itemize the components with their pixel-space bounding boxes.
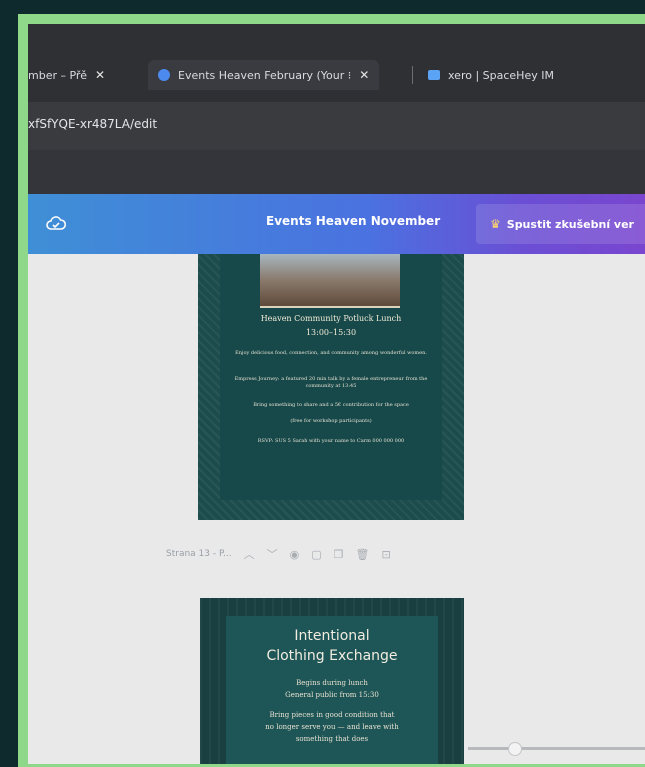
exchange-instructions-1[interactable]: Bring pieces in good condition that: [226, 710, 438, 720]
event-description[interactable]: Enjoy delicious food, connection, and co…: [228, 350, 434, 357]
eye-icon[interactable]: ◉: [290, 548, 300, 561]
start-trial-button[interactable]: ♛ Spustit zkušební ver: [476, 204, 645, 244]
event-title[interactable]: Heaven Community Potluck Lunch: [220, 314, 442, 323]
exchange-title-line2: Clothing Exchange: [266, 648, 398, 664]
poster-page-potluck[interactable]: Heaven Community Potluck Lunch 13:00–15:…: [198, 254, 464, 520]
tab-spacehey[interactable]: xero | SpaceHey IM: [428, 62, 554, 88]
crown-icon: ♛: [490, 217, 501, 231]
event-contribution[interactable]: Bring something to share and a 5€ contri…: [228, 402, 434, 409]
tab-previous[interactable]: mber – Přě ✕: [28, 62, 105, 88]
canva-icon: [158, 69, 170, 81]
url-text[interactable]: xfSfYQE-xr487LA/edit: [28, 117, 157, 131]
document-title[interactable]: Events Heaven November: [266, 214, 440, 228]
event-free-note[interactable]: (free for workshop participants): [228, 418, 434, 425]
exchange-instructions-3[interactable]: something that does: [226, 734, 438, 744]
exchange-begins[interactable]: Begins during lunch: [226, 678, 438, 688]
chevron-up-icon[interactable]: ︿: [244, 546, 255, 562]
exchange-title-line1: Intentional: [294, 628, 370, 644]
close-icon[interactable]: ✕: [359, 68, 369, 82]
exchange-instructions-2[interactable]: no longer serve you — and leave with: [226, 722, 438, 732]
duplicate-icon[interactable]: ❐: [334, 548, 344, 561]
event-time[interactable]: 13:00–15:30: [220, 328, 442, 337]
zoom-slider-handle[interactable]: [508, 742, 522, 756]
tab-label: Events Heaven February (Your ⁝: [178, 68, 352, 82]
tab-label: xero | SpaceHey IM: [448, 68, 554, 82]
poster-page-clothing-exchange[interactable]: Intentional Clothing Exchange Begins dur…: [200, 598, 464, 764]
poster-panel: Heaven Community Potluck Lunch 13:00–15:…: [220, 254, 442, 500]
cloud-check-icon[interactable]: [46, 214, 66, 234]
exchange-public[interactable]: General public from 15:30: [226, 690, 438, 700]
address-bar[interactable]: xfSfYQE-xr487LA/edit: [28, 102, 645, 150]
event-talk[interactable]: Empress Journey: a featured 20 min talk …: [228, 376, 434, 390]
bookmarks-bar: [28, 150, 645, 194]
chevron-down-icon[interactable]: ﹀: [267, 546, 278, 562]
app-header: Events Heaven November ♛ Spustit zkušebn…: [28, 194, 645, 254]
zoom-slider-track[interactable]: [468, 747, 645, 750]
spacehey-icon: [428, 70, 440, 80]
event-rsvp[interactable]: RSVP: SUS 5 Sarah with your name to Carm…: [228, 438, 434, 445]
poster-panel: Intentional Clothing Exchange Begins dur…: [226, 616, 438, 764]
tab-events-heaven-february[interactable]: Events Heaven February (Your ⁝ ✕: [148, 60, 380, 90]
tab-divider: [412, 66, 413, 84]
exchange-title[interactable]: Intentional Clothing Exchange: [226, 626, 438, 666]
close-icon[interactable]: ✕: [95, 68, 105, 82]
tab-label: mber – Přě: [28, 68, 87, 82]
tab-bar: mber – Přě ✕ Events Heaven February (You…: [28, 24, 645, 102]
design-canvas: Heaven Community Potluck Lunch 13:00–15:…: [28, 254, 645, 764]
lock-icon[interactable]: ▢: [311, 548, 321, 561]
trash-icon[interactable]: 🗑: [355, 548, 369, 561]
page-toolbar: Strana 13 - P... ︿ ﹀ ◉ ▢ ❐ 🗑 ⊡: [166, 544, 391, 564]
screen: mber – Přě ✕ Events Heaven February (You…: [28, 24, 645, 764]
group-photo[interactable]: [260, 254, 400, 308]
page-label[interactable]: Strana 13 - P...: [166, 549, 232, 559]
trial-button-label: Spustit zkušební ver: [506, 217, 634, 231]
add-page-icon[interactable]: ⊡: [381, 548, 390, 561]
